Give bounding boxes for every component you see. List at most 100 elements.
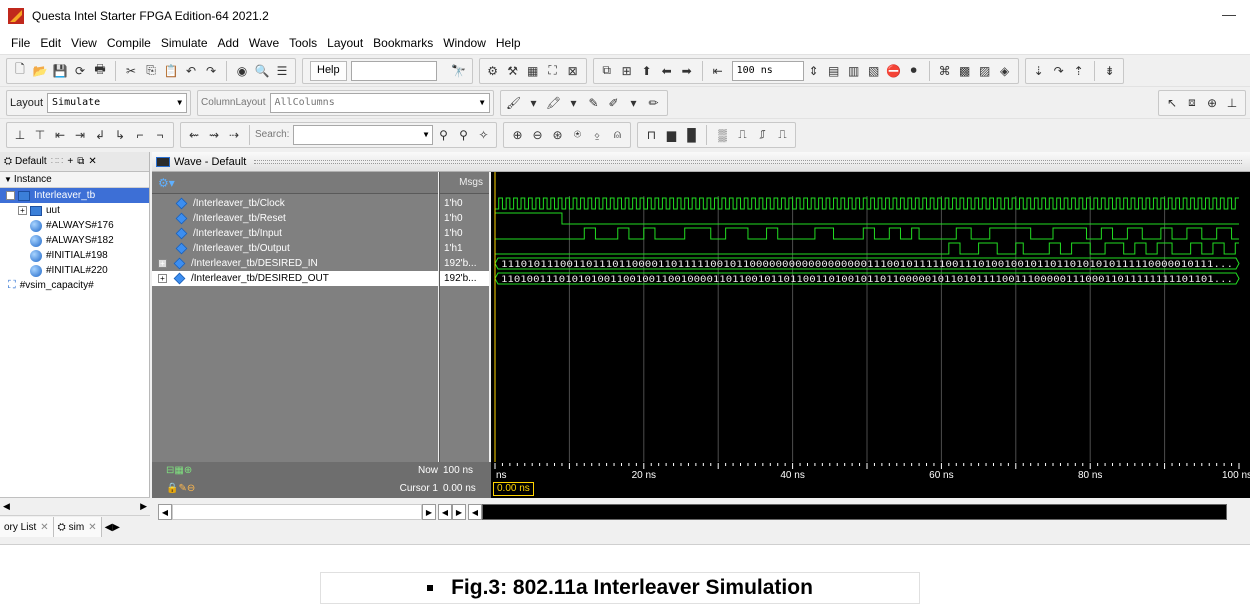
menu-add[interactable]: Add [213, 36, 244, 50]
undo-icon[interactable]: ↶ [183, 63, 199, 79]
find-clear-icon[interactable]: ✧ [475, 127, 491, 143]
column-icon[interactable]: ☰ [274, 63, 290, 79]
pointer-icon[interactable]: ↖ [1164, 95, 1180, 111]
show-grid-icon[interactable]: ⊓ [643, 127, 659, 143]
scroll-right-icon[interactable]: ▶ [422, 504, 436, 520]
menu-layout[interactable]: Layout [322, 36, 368, 50]
tree-item-initial-220[interactable]: #INITIAL#220 [0, 263, 149, 278]
zoom-range-icon[interactable]: ⍚ [589, 127, 605, 143]
tab-sim[interactable]: ⛭ sim ✕ [53, 517, 102, 537]
compile-all-icon[interactable]: ⚒ [505, 63, 521, 79]
run-all-icon[interactable]: ▧ [866, 63, 882, 79]
search-next-icon[interactable]: ⇝ [206, 127, 222, 143]
breakpoint-icon[interactable]: ◉ [234, 63, 250, 79]
run-length-input[interactable]: 100 ns [731, 60, 804, 81]
scroll-left-icon[interactable]: ◀ [3, 501, 10, 512]
cursor-controls-icon[interactable]: 🔒✎⊖ [166, 483, 195, 494]
add-log-icon[interactable]: ✎ [586, 95, 602, 111]
help-button[interactable]: Help [310, 60, 347, 81]
tab-library[interactable]: ory List ✕ [0, 517, 54, 537]
search-input[interactable]: ▼ [293, 124, 434, 145]
menu-simulate[interactable]: Simulate [156, 36, 213, 50]
restart-icon[interactable]: ⇤ [710, 63, 726, 79]
instance-hscrollbar[interactable]: ◀ ▶ [0, 498, 150, 516]
cut-icon[interactable]: ✂ [123, 63, 139, 79]
profile-icon[interactable]: ▨ [977, 63, 993, 79]
expand-icon[interactable]: + [158, 259, 167, 268]
step-out-icon[interactable]: ⇡ [1071, 63, 1087, 79]
search-prev-icon[interactable]: ⇜ [186, 127, 202, 143]
signal-row-reset[interactable]: /Interleaver_tb/Reset [152, 211, 438, 226]
new-file-icon[interactable]: 🗋 [12, 62, 28, 79]
menu-view[interactable]: View [66, 36, 102, 50]
pane-undock-icon[interactable]: ⧉ [77, 156, 84, 167]
menu-compile[interactable]: Compile [102, 36, 156, 50]
wave-style-3-icon[interactable]: ⎍ [774, 127, 790, 143]
dropdown-icon[interactable]: ▾ [626, 95, 642, 111]
tab-close-icon[interactable]: ✕ [40, 522, 48, 533]
scroll-right-icon[interactable]: ▶ [452, 504, 466, 520]
add-list-icon[interactable]: 🖍 [546, 95, 562, 111]
add-wave-icon[interactable]: 🖌 [506, 95, 522, 111]
paste-icon[interactable]: 📋 [163, 63, 179, 79]
coverage-icon[interactable]: ◈ [997, 63, 1013, 79]
wave-style-1-icon[interactable]: ⎍ [734, 127, 750, 143]
dropdown-icon[interactable]: ▾ [526, 95, 542, 111]
show-pattern-icon[interactable]: ▒ [714, 127, 730, 143]
wave-tools-icon[interactable]: ⚙▾ [158, 176, 175, 190]
cursor-badge[interactable]: 0.00 ns [493, 482, 534, 496]
step-back-icon[interactable]: ⇟ [1102, 63, 1118, 79]
tree-item-always-182[interactable]: #ALWAYS#182 [0, 233, 149, 248]
insert-cursor-icon[interactable]: ⊥ [12, 127, 28, 143]
expand-icon[interactable]: + [18, 206, 27, 215]
step-icon[interactable]: ⇣ [1031, 63, 1047, 79]
menu-window[interactable]: Window [438, 36, 491, 50]
redo-icon[interactable]: ↷ [203, 63, 219, 79]
falling-edge-icon[interactable]: ⌐ [132, 127, 148, 143]
collapse-icon[interactable]: − [6, 191, 15, 200]
next-edge-icon[interactable]: ↳ [112, 127, 128, 143]
header-grip[interactable] [254, 159, 1242, 164]
zoom-box-icon[interactable]: ⧈ [1184, 95, 1200, 111]
rising-edge-icon[interactable]: ¬ [152, 127, 168, 143]
name-hscrollbar[interactable] [172, 504, 422, 520]
performance-icon[interactable]: ⌘ [937, 63, 953, 79]
run-length-spin-icon[interactable]: ⇕ [806, 63, 822, 79]
compile-icon[interactable]: ⚙ [485, 63, 501, 79]
tree-item-initial-198[interactable]: #INITIAL#198 [0, 248, 149, 263]
edit-wave-icon[interactable]: ⊥ [1224, 95, 1240, 111]
minimize-button[interactable]: — [1222, 6, 1236, 22]
menu-help[interactable]: Help [491, 36, 526, 50]
signal-row-desired-in[interactable]: + /Interleaver_tb/DESIRED_IN [152, 256, 438, 271]
waveform-pane[interactable]: 1110101110011011101100001101111100101100… [491, 172, 1250, 462]
forward-arrow-icon[interactable]: ➡ [679, 63, 695, 79]
break-icon[interactable]: ⛶ [545, 63, 561, 79]
zoom-cursor-icon[interactable]: ⍟ [569, 127, 585, 143]
wave-hscrollbar[interactable] [482, 504, 1227, 520]
run-icon[interactable]: ▤ [826, 63, 842, 79]
save-icon[interactable]: 💾 [52, 63, 68, 79]
tree-item-interleaver-tb[interactable]: − Interleaver_tb [0, 188, 149, 203]
add-dataflow-icon[interactable]: ✐ [606, 95, 622, 111]
instance-column-header[interactable]: ▼ Instance [0, 172, 149, 188]
show-bars-icon[interactable]: ▆ [663, 127, 679, 143]
scroll-left-icon[interactable]: ◀ [438, 504, 452, 520]
scroll-left-icon[interactable]: ◀ [158, 504, 172, 520]
pane-close-icon[interactable]: ✕ [88, 156, 96, 167]
menu-bookmarks[interactable]: Bookmarks [368, 36, 438, 50]
tree-item-uut[interactable]: + uut [0, 203, 149, 218]
zoom-out-icon[interactable]: ⊖ [529, 127, 545, 143]
menu-wave[interactable]: Wave [244, 36, 284, 50]
tab-scroll-icon[interactable]: ◀▶ [102, 522, 123, 533]
stop-icon[interactable]: ⊠ [565, 63, 581, 79]
dropdown-icon[interactable]: ▾ [566, 95, 582, 111]
zoom-last-icon[interactable]: ⍝ [609, 127, 625, 143]
tree-item-always-176[interactable]: #ALWAYS#176 [0, 218, 149, 233]
back-arrow-icon[interactable]: ⬅ [659, 63, 675, 79]
cursor-axis[interactable]: 0.00 ns [491, 480, 1250, 498]
stop-run-icon[interactable]: ⛔ [886, 63, 902, 79]
waveform-canvas[interactable]: 1110101110011011101100001101111100101100… [491, 172, 1250, 462]
menu-tools[interactable]: Tools [284, 36, 322, 50]
signal-row-input[interactable]: /Interleaver_tb/Input [152, 226, 438, 241]
pane-add-icon[interactable]: + [67, 156, 73, 167]
